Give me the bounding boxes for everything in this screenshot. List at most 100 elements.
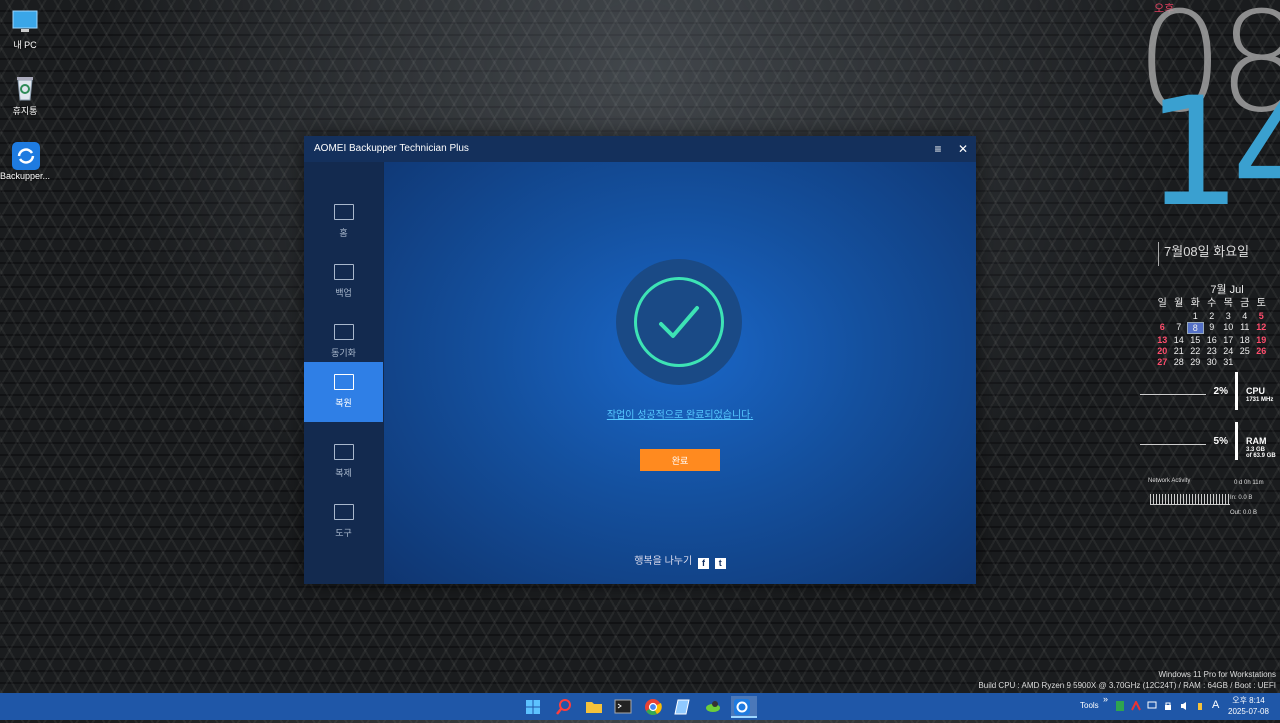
- search-icon[interactable]: [553, 696, 575, 718]
- calendar-day: 14: [1173, 335, 1184, 345]
- calendar-day: 9: [1209, 322, 1215, 332]
- calendar-month: 7월 Jul: [1210, 284, 1244, 296]
- twitter-icon[interactable]: t: [714, 558, 726, 569]
- tray-overflow-icon[interactable]: [1196, 701, 1204, 713]
- ram-meter: 5% RAM 3.3 GB of 63.9 GB: [1140, 422, 1280, 462]
- success-badge: [616, 259, 742, 385]
- backupper-taskbar-icon[interactable]: [731, 696, 757, 718]
- home-icon: [333, 204, 354, 220]
- sidebar-item-label: 복제: [335, 468, 352, 478]
- backup-icon: [333, 264, 354, 280]
- taskbar-date: 2025-07-08: [1228, 707, 1269, 716]
- ram-label: RAM: [1246, 436, 1267, 446]
- calendar-day: 26: [1256, 346, 1267, 356]
- lock-icon[interactable]: [1163, 701, 1173, 713]
- calendar-weekday: 월: [1174, 298, 1184, 309]
- calendar-blank: [1171, 311, 1188, 321]
- tools-toolbar-label[interactable]: Tools: [1080, 701, 1099, 710]
- calendar-day: 16: [1206, 335, 1217, 345]
- calendar-widget: 7월 Jul 일 월 화 수 목 금 토 1 2 3 4 5 6 7 8 9 10 11 12 13 14…: [1154, 281, 1270, 367]
- notepad-icon[interactable]: [672, 696, 694, 718]
- success-message-link[interactable]: 작업이 성공적으로 완료되었습니다.: [384, 406, 976, 421]
- file-explorer-icon[interactable]: [583, 696, 605, 718]
- done-button[interactable]: 완료: [640, 449, 720, 471]
- network-in: In: 0.0 B: [1230, 495, 1253, 501]
- calendar-day: 17: [1223, 335, 1234, 345]
- restore-icon: [333, 374, 354, 390]
- cpu-divider: [1235, 372, 1238, 410]
- utility-app-icon[interactable]: [702, 696, 724, 718]
- start-icon[interactable]: [522, 696, 544, 718]
- title-bar: AOMEI Backupper Technician Plus ≡ ✕: [304, 136, 976, 162]
- taskbar-clock[interactable]: 오후 8:14 2025-07-08: [1228, 695, 1269, 717]
- taskbar-time: 오후 8:14: [1232, 696, 1265, 705]
- tray-red-icon[interactable]: [1131, 699, 1141, 713]
- desktop-icon-backupper[interactable]: Backupper...: [0, 141, 55, 181]
- chevron-right-icon[interactable]: »: [1103, 694, 1108, 704]
- calendar-weekday: 일: [1157, 298, 1167, 309]
- calendar-day: 25: [1239, 346, 1250, 356]
- calendar-day: 21: [1173, 346, 1184, 356]
- calendar-day: 24: [1223, 346, 1234, 356]
- clone-icon: [333, 444, 354, 460]
- sidebar-item-label: 백업: [335, 288, 352, 298]
- network-uptime: 0 d 0h 11m: [1234, 480, 1264, 486]
- desktop-icon-label: 내 PC: [13, 40, 37, 50]
- ram-percent: 5%: [1213, 436, 1228, 447]
- sidebar-item-home[interactable]: 홈: [304, 192, 383, 252]
- sidebar-item-restore[interactable]: 복원: [304, 362, 383, 422]
- calendar-day: 7: [1176, 322, 1182, 332]
- sync-icon: [333, 324, 354, 340]
- monitor-icon: [11, 8, 39, 36]
- ram-graph-line: [1140, 444, 1206, 445]
- backupper-app-icon: [11, 141, 40, 170]
- ime-indicator[interactable]: A: [1212, 699, 1219, 711]
- sidebar-item-backup[interactable]: 백업: [304, 252, 383, 312]
- menu-icon[interactable]: ≡: [930, 141, 946, 157]
- calendar-day: 31: [1223, 357, 1234, 367]
- sidebar-item-label: 복원: [335, 398, 352, 408]
- calendar-weekday: 목: [1223, 298, 1233, 309]
- calendar-day: 20: [1157, 346, 1168, 356]
- network-tray-icon[interactable]: [1147, 701, 1157, 713]
- calendar-day: 3: [1225, 311, 1231, 321]
- tray-app-icon[interactable]: [1116, 701, 1124, 711]
- calendar-day: 11: [1240, 322, 1250, 332]
- cpu-percent: 2%: [1213, 386, 1228, 397]
- calendar-day: 15: [1190, 335, 1201, 345]
- taskbar: Tools » A 오후 8:14 2025-07-08: [0, 693, 1280, 720]
- calendar-day: 19: [1256, 335, 1267, 345]
- calendar-day: 6: [1159, 322, 1165, 332]
- calendar-day: 18: [1239, 335, 1250, 345]
- window-title: AOMEI Backupper Technician Plus: [314, 143, 469, 154]
- calendar-day: 27: [1157, 357, 1168, 367]
- desktop-icon-recycle-bin[interactable]: 휴지통: [0, 74, 55, 117]
- calendar-day: 8: [1187, 322, 1204, 334]
- cpu-label: CPU: [1246, 386, 1266, 396]
- calendar-day: 29: [1190, 357, 1201, 367]
- facebook-icon[interactable]: f: [697, 558, 709, 569]
- sidebar-item-clone[interactable]: 복제: [304, 432, 383, 492]
- recycle-bin-icon: [11, 74, 39, 102]
- calendar-weekday: 화: [1190, 298, 1200, 309]
- volume-icon[interactable]: [1180, 701, 1190, 713]
- sidebar-item-tools[interactable]: 도구: [304, 492, 383, 552]
- sidebar-item-label: 도구: [335, 528, 352, 538]
- terminal-icon[interactable]: [612, 696, 634, 718]
- sidebar-item-label: 동기화: [331, 348, 356, 358]
- calendar-day: 28: [1173, 357, 1184, 367]
- desktop-icon-label: Backupper...: [0, 171, 51, 181]
- close-icon[interactable]: ✕: [955, 141, 971, 157]
- calendar-day: 4: [1242, 311, 1248, 321]
- chrome-icon[interactable]: [642, 696, 664, 718]
- cpu-graph-line: [1140, 394, 1206, 395]
- calendar-day: 12: [1256, 322, 1267, 332]
- calendar-day: 1: [1192, 311, 1198, 321]
- clock-date: 7월08일 화요일: [1158, 242, 1249, 266]
- desktop-icon-this-pc[interactable]: 내 PC: [0, 8, 55, 51]
- network-out: Out: 0.0 B: [1230, 510, 1258, 516]
- sidebar-item-label: 홈: [339, 228, 348, 238]
- calendar-day: 23: [1206, 346, 1217, 356]
- calendar-weekday: 금: [1240, 298, 1250, 309]
- network-widget: Network Activity 0 d 0h 11m In: 0.0 B Ou…: [1148, 478, 1278, 528]
